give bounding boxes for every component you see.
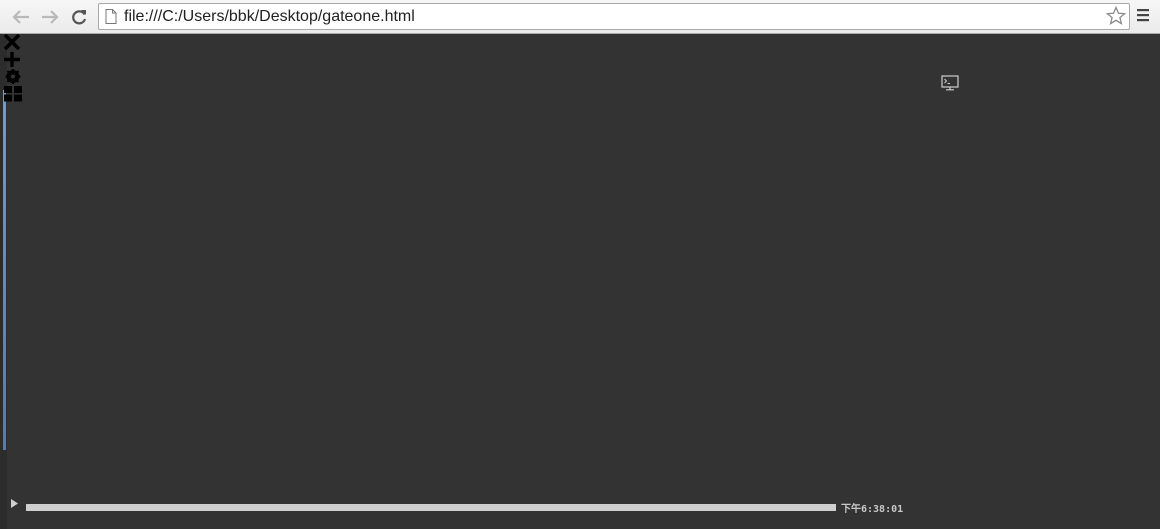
left-accent-bar [3,90,6,450]
gear-icon[interactable] [2,68,24,85]
playback-progress-bar[interactable] [26,504,836,511]
back-button[interactable] [9,5,33,29]
gateone-page: 下午6:38:01 [0,34,1160,529]
plus-icon[interactable] [2,51,24,68]
play-icon[interactable] [11,499,19,508]
hamburger-menu-icon [1137,9,1149,22]
playback-clock: 下午6:38:01 [841,504,904,515]
gateone-toolbar [2,34,24,102]
browser-menu-button[interactable] [1136,8,1150,27]
star-icon[interactable] [1106,6,1126,26]
url-text[interactable]: file:///C:/Users/bbk/Desktop/gateone.htm… [124,7,415,26]
reload-button[interactable] [67,5,91,29]
arrow-right-icon [42,10,59,24]
close-icon[interactable] [2,34,24,51]
address-bar[interactable]: file:///C:/Users/bbk/Desktop/gateone.htm… [98,3,1130,30]
arrow-left-icon [12,10,29,24]
forward-button[interactable] [38,5,62,29]
reload-icon [72,10,87,25]
grid-icon[interactable] [2,85,24,102]
playback-progress-fill [26,504,836,511]
browser-toolbar: file:///C:/Users/bbk/Desktop/gateone.htm… [0,0,1160,34]
document-icon [105,9,117,24]
terminal-icon[interactable] [941,75,959,91]
